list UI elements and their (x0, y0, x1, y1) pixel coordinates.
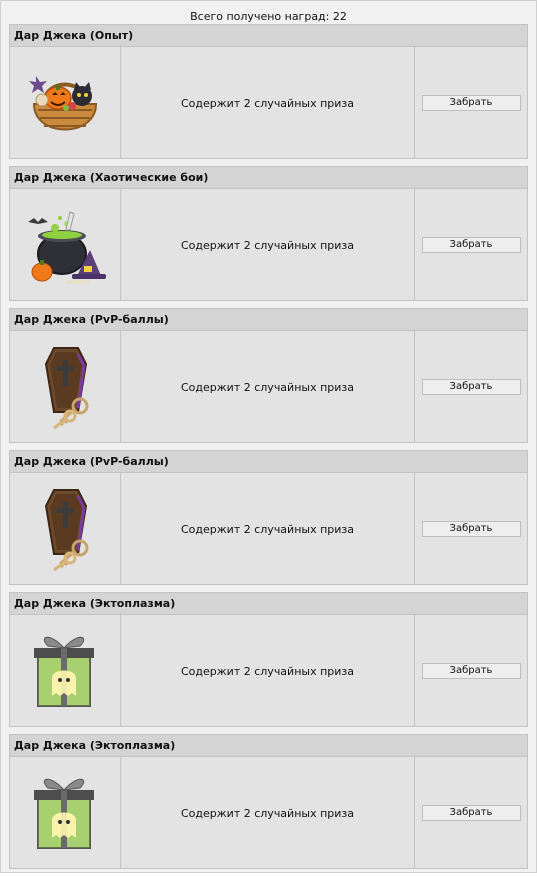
gift-image-cell (10, 47, 121, 159)
claim-button[interactable]: Забрать (421, 95, 521, 111)
coffin-keys-icon (20, 484, 110, 574)
gift-card-3: Дар Джека (PvP-баллы) Содержит 2 случайн… (9, 308, 528, 443)
gift-image-cell (10, 473, 121, 585)
gift-card-6: Дар Джека (Эктоплазма) Содержит 2 случай… (9, 734, 528, 869)
gift-description: Содержит 2 случайных приза (121, 47, 415, 159)
gift-image-cell (10, 331, 121, 443)
gift-title: Дар Джека (PvP-баллы) (10, 309, 527, 331)
gift-action-cell: Забрать (415, 47, 527, 159)
gift-image-cell (10, 757, 121, 869)
gift-list: Дар Джека (Опыт) Содержит 2 случайных пр… (9, 24, 528, 876)
gift-action-cell: Забрать (415, 331, 527, 443)
gift-action-cell: Забрать (415, 615, 527, 727)
gift-description: Содержит 2 случайных приза (121, 331, 415, 443)
gift-card-4: Дар Джека (PvP-баллы) Содержит 2 случайн… (9, 450, 528, 585)
gift-description: Содержит 2 случайных приза (121, 189, 415, 301)
claim-button[interactable]: Забрать (421, 521, 521, 537)
gift-card-5: Дар Джека (Эктоплазма) Содержит 2 случай… (9, 592, 528, 727)
gift-action-cell: Забрать (415, 473, 527, 585)
coffin-keys-icon (20, 342, 110, 432)
gift-action-cell: Забрать (415, 189, 527, 301)
pumpkin-basket-icon (20, 58, 110, 148)
gift-title: Дар Джека (PvP-баллы) (10, 451, 527, 473)
total-rewards-label: Всего получено наград: 22 (190, 10, 347, 23)
gift-description: Содержит 2 случайных приза (121, 473, 415, 585)
witch-cauldron-icon (20, 200, 110, 290)
gift-card-1: Дар Джека (Опыт) Содержит 2 случайных пр… (9, 24, 528, 159)
gift-title: Дар Джека (Эктоплазма) (10, 593, 527, 615)
gift-title: Дар Джека (Опыт) (10, 25, 527, 47)
ghost-gift-box-icon (20, 768, 110, 858)
claim-button[interactable]: Забрать (421, 805, 521, 821)
gift-image-cell (10, 189, 121, 301)
claim-button[interactable]: Забрать (421, 379, 521, 395)
claim-button[interactable]: Забрать (421, 237, 521, 253)
gift-image-cell (10, 615, 121, 727)
gift-card-2: Дар Джека (Хаотические бои) Содержит 2 с… (9, 166, 528, 301)
rewards-panel: Всего получено наград: 22 Дар Джека (Опы… (0, 0, 537, 873)
gift-action-cell: Забрать (415, 757, 527, 869)
gift-title: Дар Джека (Хаотические бои) (10, 167, 527, 189)
gift-title: Дар Джека (Эктоплазма) (10, 735, 527, 757)
gift-description: Содержит 2 случайных приза (121, 615, 415, 727)
claim-button[interactable]: Забрать (421, 663, 521, 679)
ghost-gift-box-icon (20, 626, 110, 716)
gift-description: Содержит 2 случайных приза (121, 757, 415, 869)
